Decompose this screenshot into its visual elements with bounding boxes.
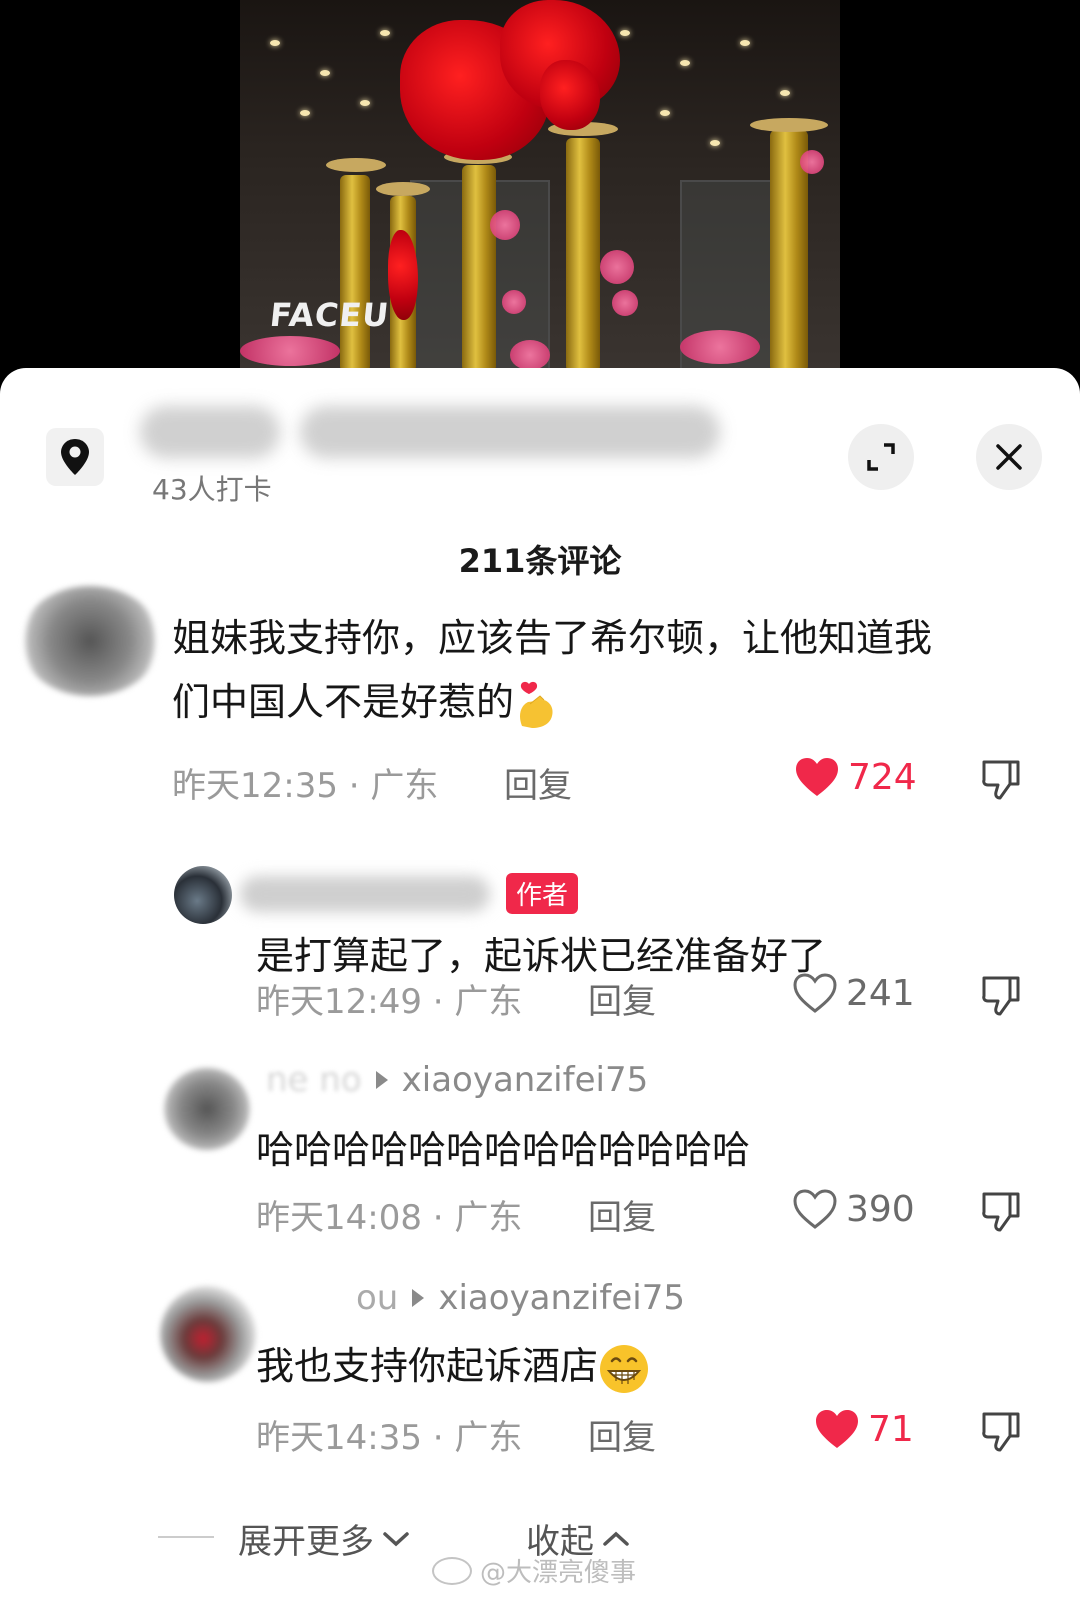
comment-text: 姐妹我支持你，应该告了希尔顿，让他知道我 们中国人不是好惹的 (172, 606, 932, 734)
expand-icon (867, 443, 895, 471)
like-count: 241 (846, 972, 915, 1014)
reply-to-username[interactable]: xiaoyanzifei75 (438, 1278, 685, 1318)
heart-outline-icon (793, 1189, 837, 1229)
blossom (612, 290, 638, 316)
expand-more-label: 展开更多 (238, 1522, 374, 1562)
gold-pole (566, 138, 600, 372)
ceiling-light (710, 140, 720, 146)
gold-pole (340, 175, 370, 372)
blossom (510, 340, 550, 370)
comments-sheet: 43人打卡 211条评论 姐妹我支持你，应该告了希尔顿，让他知道我 们中国人不是… (0, 368, 1080, 1616)
avatar[interactable] (160, 1286, 256, 1382)
heart-filled-icon (816, 1410, 858, 1448)
comments-count-title: 211条评论 (458, 542, 622, 580)
reply-to-line: ou xiaoyanzifei75 (266, 1278, 685, 1318)
comment-text-line: 们中国人不是好惹的 (172, 670, 932, 734)
comment-text-span: 们中国人不是好惹的 (172, 680, 515, 724)
finger-heart-emoji-icon (520, 681, 553, 728)
pole-cap (750, 118, 828, 132)
ceiling-light (660, 110, 670, 116)
close-icon (996, 444, 1022, 470)
reply-button[interactable]: 回复 (504, 758, 572, 807)
like-count: 390 (846, 1188, 915, 1230)
avatar[interactable] (174, 866, 232, 924)
ceiling-light (380, 30, 390, 36)
reply-to-username[interactable]: xiaoyanzifei75 (402, 1060, 649, 1100)
blossom (800, 150, 824, 174)
chevron-up-icon (603, 1531, 629, 1546)
ceiling-light (320, 70, 330, 76)
expand-more-button[interactable]: 展开更多 (238, 1514, 410, 1563)
location-name-blurred[interactable] (140, 406, 280, 458)
chevron-down-icon (383, 1531, 409, 1546)
reply-button[interactable]: 回复 (588, 974, 656, 1023)
dislike-button[interactable] (980, 974, 1022, 1022)
ceiling-light (270, 40, 280, 46)
comment-meta: 昨天14:08 · 广东 (256, 1198, 523, 1238)
grinning-face-emoji-icon (600, 1344, 649, 1393)
dislike-button[interactable] (980, 1190, 1022, 1238)
like-button[interactable]: 241 (792, 972, 915, 1014)
ceiling-light (620, 30, 630, 36)
ceiling-light (740, 40, 750, 46)
ceiling-light (300, 110, 310, 116)
blossom (600, 250, 634, 284)
comment-text: 我也支持你起诉酒店 (256, 1334, 650, 1398)
like-button[interactable]: 71 (814, 1408, 914, 1450)
divider-line (158, 1536, 214, 1538)
pole-cap (326, 158, 386, 172)
location-name-blurred[interactable] (300, 406, 720, 458)
like-button[interactable]: 724 (794, 756, 917, 798)
username-fragment[interactable]: ou (266, 1278, 398, 1318)
thumbs-down-icon (982, 1412, 1020, 1452)
comment-text: 哈哈哈哈哈哈哈哈哈哈哈哈哈 (256, 1128, 751, 1172)
dislike-button[interactable] (980, 758, 1022, 806)
video-area[interactable]: FACEU (0, 0, 1080, 372)
comment-meta: 昨天14:35 · 广东 (256, 1418, 523, 1458)
thumbs-down-icon (982, 1192, 1020, 1232)
username-fragment[interactable]: ne no (266, 1060, 362, 1100)
heart-outline-icon (793, 973, 837, 1013)
like-count: 724 (848, 756, 917, 798)
comment-text-span: 我也支持你起诉酒店 (256, 1344, 599, 1388)
comment-text-line: 姐妹我支持你，应该告了希尔顿，让他知道我 (172, 616, 933, 660)
comment-meta: 昨天12:35 · 广东 (172, 766, 439, 806)
thumbs-down-icon (982, 976, 1020, 1016)
like-count: 71 (868, 1408, 914, 1450)
blossom (240, 336, 340, 366)
blossom (680, 330, 760, 364)
like-button[interactable]: 390 (792, 1188, 915, 1230)
video-frame[interactable]: FACEU (240, 0, 840, 372)
ceiling-light (680, 60, 690, 66)
watermark-text: @大漂亮傻事 (480, 1558, 637, 1588)
blossom (490, 210, 520, 240)
ceiling-light (360, 100, 370, 106)
username-blurred[interactable] (240, 876, 490, 912)
weibo-logo-icon (432, 1556, 472, 1585)
checkin-count: 43人打卡 (152, 473, 272, 506)
ceiling-light (780, 90, 790, 96)
avatar[interactable] (20, 586, 160, 696)
blossom (502, 290, 526, 314)
comment-meta: 昨天12:49 · 广东 (256, 982, 523, 1022)
heart-filled-icon (796, 758, 838, 796)
dislike-button[interactable] (980, 1410, 1022, 1458)
gold-pole (462, 165, 496, 372)
thumbs-down-icon (982, 760, 1020, 800)
pole-cap (376, 182, 430, 196)
reply-arrow-icon (375, 1071, 388, 1089)
reply-button[interactable]: 回复 (588, 1190, 656, 1239)
location-pin-icon (61, 439, 89, 475)
reply-to-line: ne no xiaoyanzifei75 (266, 1060, 648, 1100)
avatar[interactable] (164, 1068, 250, 1150)
location-button[interactable] (46, 428, 104, 486)
author-tag: 作者 (506, 873, 579, 914)
close-button[interactable] (976, 424, 1042, 490)
watermark: @大漂亮傻事 (432, 1552, 636, 1589)
reply-button[interactable]: 回复 (588, 1410, 656, 1459)
reply-arrow-icon (412, 1289, 425, 1307)
expand-button[interactable] (848, 424, 914, 490)
store-sign: FACEU (268, 296, 392, 334)
